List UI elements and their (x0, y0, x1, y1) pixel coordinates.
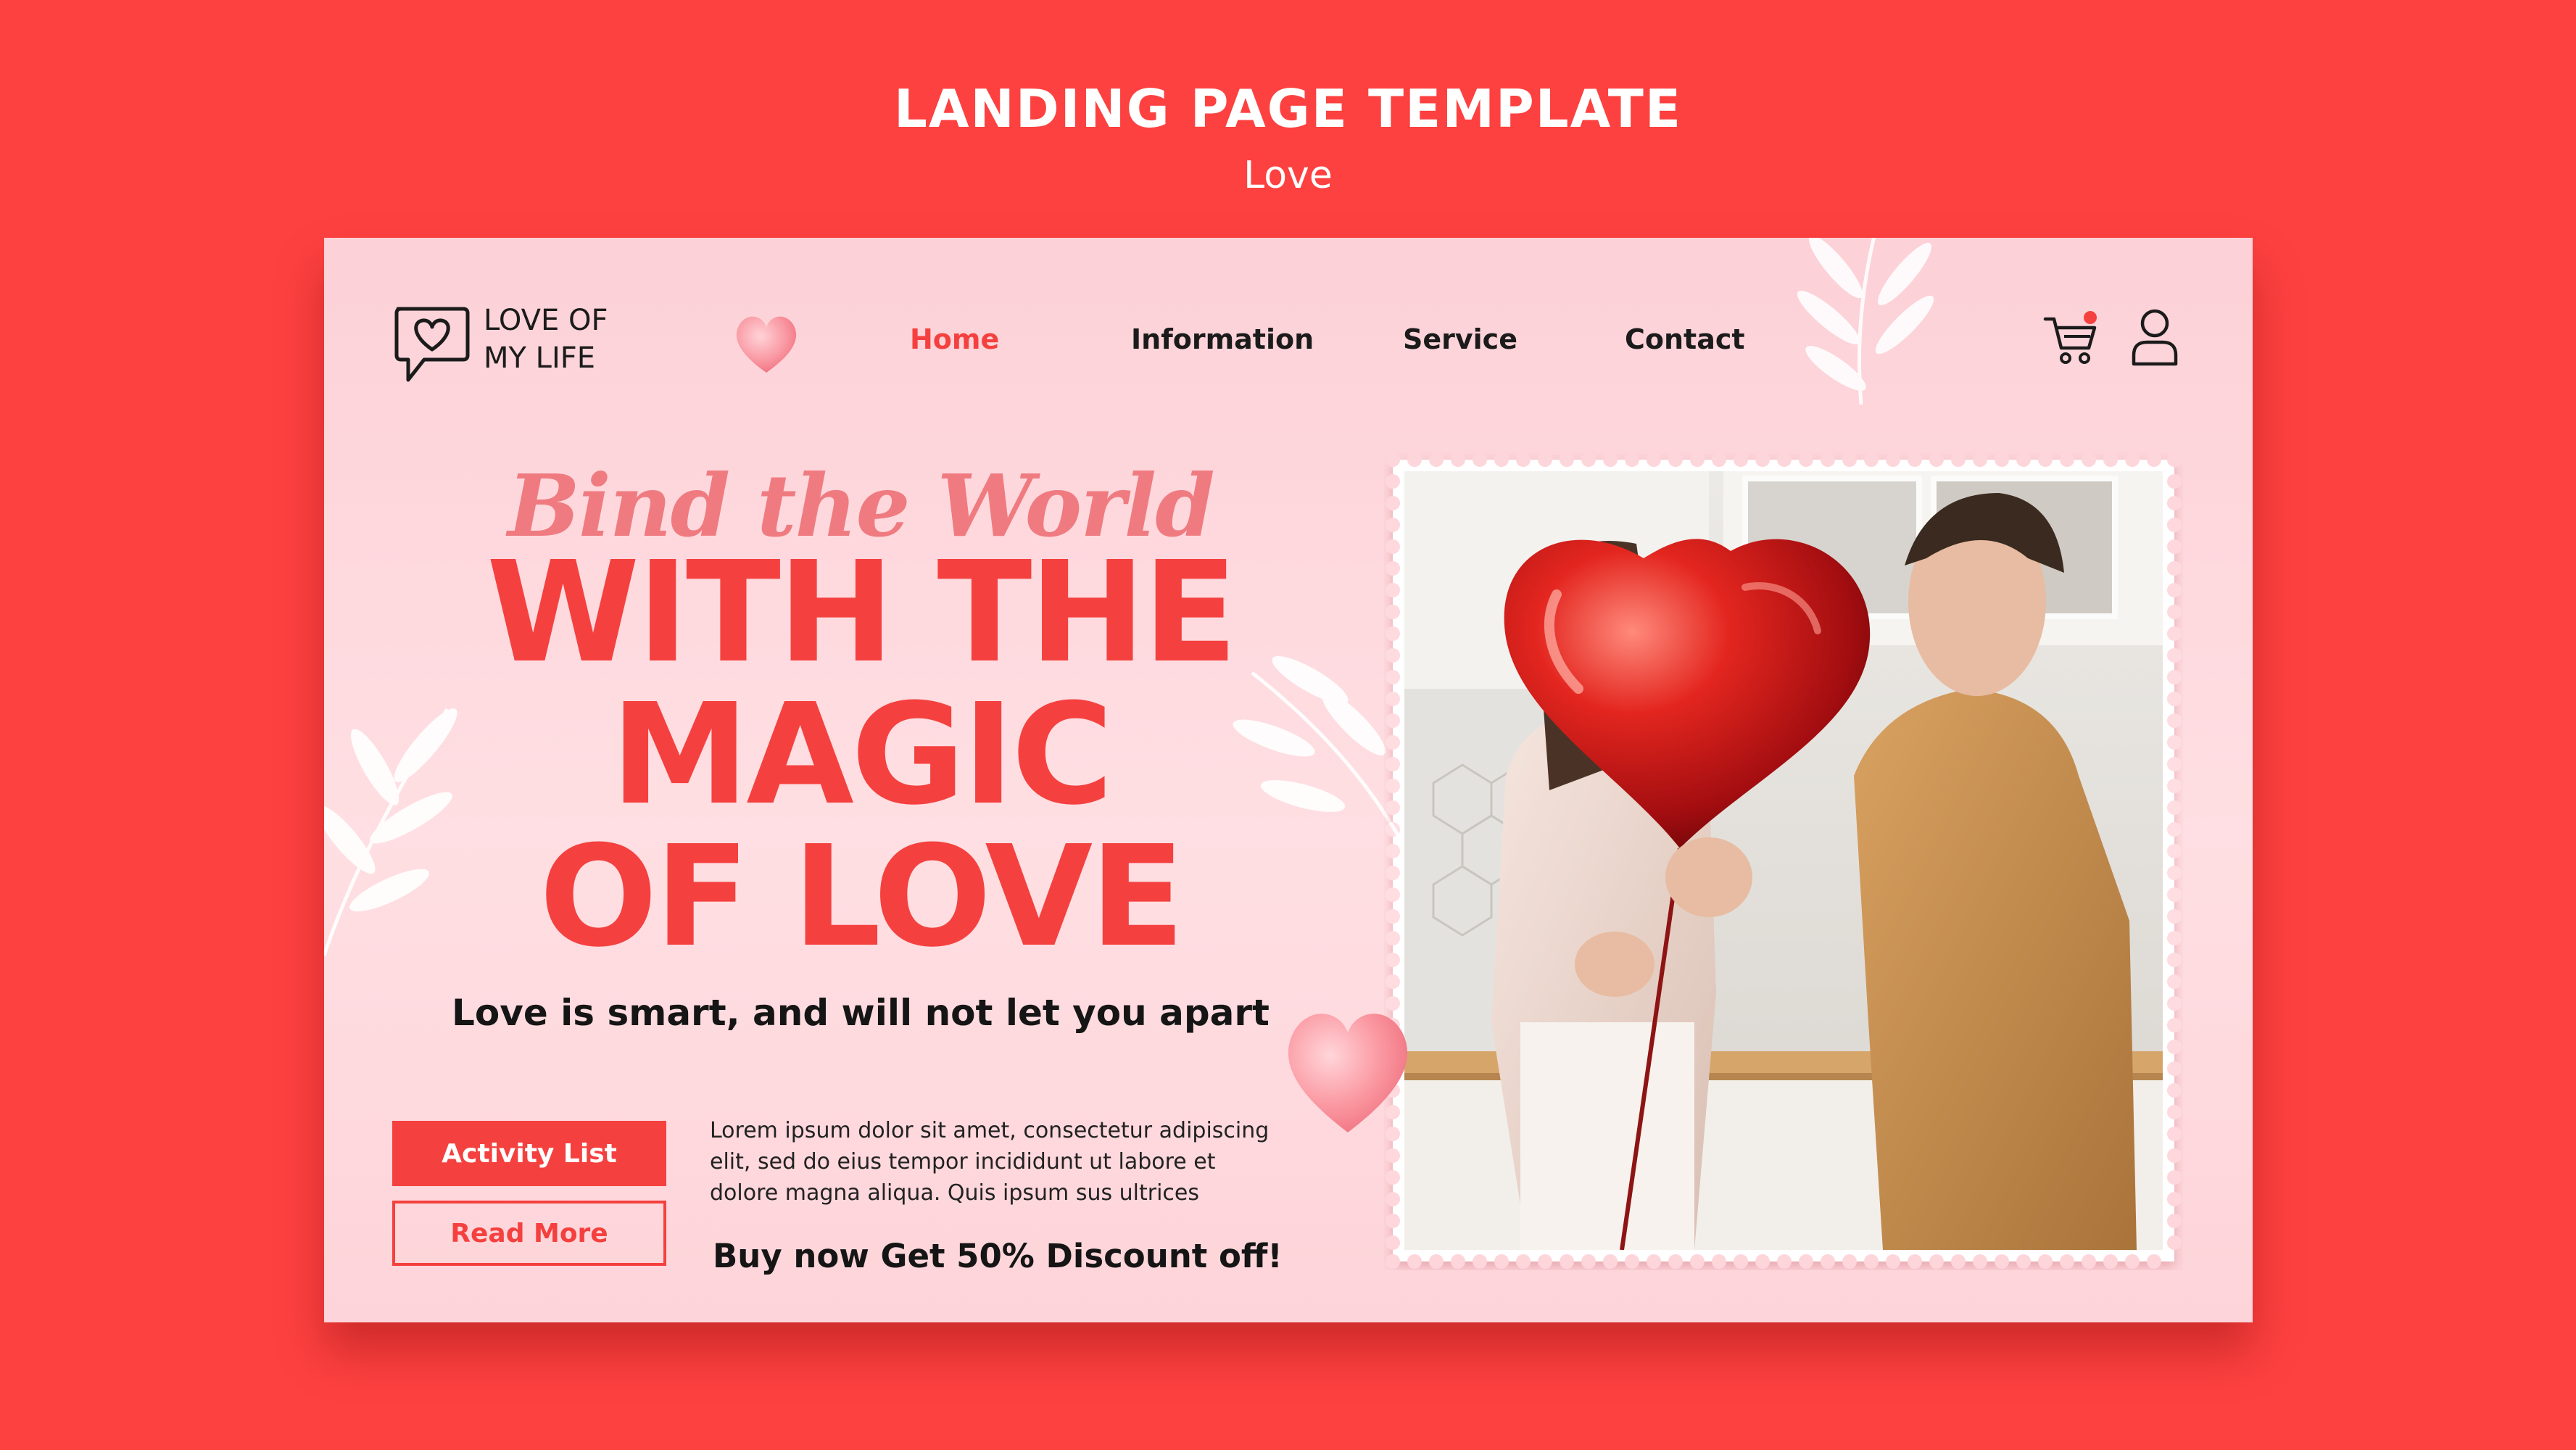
landing-page-card: LOVE OF MY LIFE Home Information Service… (324, 238, 2253, 1322)
nav-service[interactable]: Service (1403, 323, 1517, 355)
brand-line-1: LOVE OF (484, 304, 608, 337)
brand-line-2: MY LIFE (484, 341, 596, 375)
photo-illustration (1404, 471, 2163, 1250)
promo-text: Buy now Get 50% Discount off! (713, 1237, 1283, 1275)
nav-contact[interactable]: Contact (1625, 323, 1745, 355)
leaf-decoration-top (1797, 238, 1934, 405)
hero-headline: WITH THE MAGIC OF LOVE (324, 542, 1397, 969)
banner-title: LANDING PAGE TEMPLATE (893, 78, 1683, 139)
headline-line-1: WITH THE (486, 532, 1238, 694)
banner-subtitle: Love (1243, 154, 1333, 197)
activity-list-button[interactable]: Activity List (392, 1121, 666, 1186)
read-more-button[interactable]: Read More (392, 1201, 666, 1266)
headline-line-2: MAGIC (610, 674, 1114, 836)
hero-description: Lorem ipsum dolor sit amet, consectetur … (710, 1118, 1270, 1206)
headline-line-3: OF LOVE (539, 816, 1185, 978)
heart-decoration-icon (736, 316, 797, 373)
cart-icon[interactable] (2042, 310, 2100, 368)
brand-name[interactable]: LOVE OF MY LIFE (484, 302, 608, 377)
couple-photo (1404, 471, 2163, 1250)
nav-home[interactable]: Home (910, 323, 999, 355)
heart-chat-icon[interactable] (391, 303, 471, 390)
heart-decoration-large-icon (1288, 1014, 1408, 1132)
hero-tagline: Love is smart, and will not let you apar… (452, 992, 1270, 1034)
nav-information[interactable]: Information (1131, 323, 1314, 355)
user-icon[interactable] (2129, 307, 2180, 368)
